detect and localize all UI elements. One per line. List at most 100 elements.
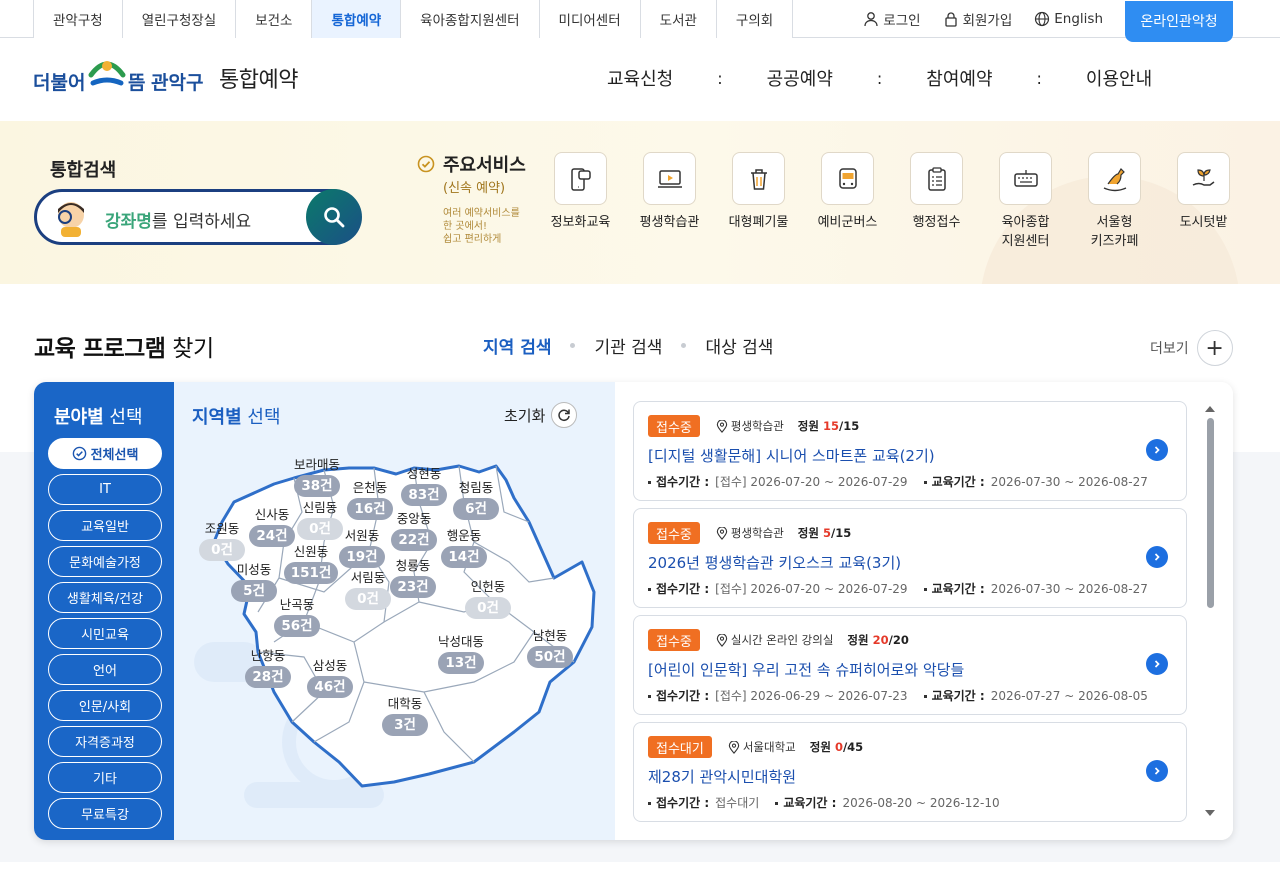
program-title-link[interactable]: [어린이 인문학] 우리 고전 속 슈퍼히어로와 악당들: [648, 659, 964, 680]
dong-name: 조원동: [204, 521, 240, 536]
more-label: 더보기: [1150, 341, 1189, 357]
scroll-down-arrow-icon[interactable]: [1205, 810, 1215, 816]
service-bulky-waste[interactable]: 대형폐기물: [714, 152, 803, 251]
service-name: 육아종합 지원센터: [1001, 215, 1050, 249]
logo[interactable]: 더불어 뜸 관악구 통합예약: [33, 53, 298, 103]
field-certificate-button[interactable]: 자격증과정: [48, 726, 162, 757]
site-tab-gwanak[interactable]: 관악구청: [34, 0, 123, 38]
nav-separator: :: [717, 68, 723, 88]
gwanak-logo-mark: 더불어 뜸 관악구: [33, 53, 205, 103]
dong-inheon[interactable]: 인헌동 0건: [448, 579, 528, 619]
dong-name: 삼성동: [312, 658, 348, 673]
list-scrollbar[interactable]: [1204, 404, 1215, 818]
online-gwanak-button[interactable]: 온라인관악청: [1125, 0, 1233, 42]
dong-daehak[interactable]: 대학동 3건: [365, 696, 445, 736]
dong-count: 0건: [199, 539, 245, 561]
service-childcare-center[interactable]: 육아종합 지원센터: [981, 152, 1070, 251]
field-sports-button[interactable]: 생활체육/건강: [48, 582, 162, 613]
dong-name: 서원동: [344, 528, 380, 543]
field-panel: 분야별 선택 전체선택 IT 교육일반 문화예술가정 생활체육/건강 시민교육 …: [34, 382, 174, 840]
field-all-button[interactable]: 전체선택: [48, 438, 162, 469]
dong-miseong[interactable]: 미성동 5건: [214, 562, 294, 602]
field-general-button[interactable]: 교육일반: [48, 510, 162, 541]
program-title-rest: 찾기: [165, 336, 214, 362]
field-it-button[interactable]: IT: [48, 474, 162, 505]
apply-period-label: 접수기간 :: [648, 687, 709, 704]
chevron-right-icon[interactable]: [1146, 546, 1168, 568]
tab-target-search[interactable]: 대상 검색: [705, 333, 773, 358]
signup-link[interactable]: 회원가입: [943, 9, 1012, 29]
service-admin-intake[interactable]: 행정접수: [892, 152, 981, 251]
program-card[interactable]: 접수대기 서울대학교 정원 0/45 제28기 관악시민대학원 접수기간 : 접수…: [633, 722, 1187, 822]
nav-guide[interactable]: 이용안내: [1086, 65, 1152, 91]
chevron-right-icon[interactable]: [1146, 439, 1168, 461]
search-button[interactable]: [306, 189, 362, 245]
dong-count: 0건: [465, 597, 511, 619]
service-name: 평생학습관: [639, 215, 700, 230]
site-tab-reservation[interactable]: 통합예약: [312, 0, 402, 38]
site-header: 더불어 뜸 관악구 통합예약 교육신청 : 공공예약 : 참여예약 : 이용안내: [0, 39, 1280, 121]
dong-cheongnyong[interactable]: 청룡동 23건: [373, 558, 453, 598]
scroll-up-arrow-icon[interactable]: [1205, 406, 1215, 412]
field-humanities-button[interactable]: 인문/사회: [48, 690, 162, 721]
capacity-current: 15: [822, 419, 839, 433]
english-link[interactable]: English: [1034, 11, 1103, 27]
site-tab-council[interactable]: 구의회: [716, 0, 794, 38]
site-tab-mayor[interactable]: 열린구청장실: [122, 0, 237, 38]
field-free-lecture-button[interactable]: 무료특강: [48, 798, 162, 829]
tab-region-search[interactable]: 지역 검색: [483, 333, 551, 358]
location-pin-icon: [716, 633, 728, 647]
capacity-current: 20: [872, 633, 889, 647]
field-language-button[interactable]: 언어: [48, 654, 162, 685]
edu-period-label: 교육기간 :: [924, 580, 985, 597]
program-title-link[interactable]: 제28기 관악시민대학원: [648, 766, 796, 787]
site-tab-childcare[interactable]: 육아종합지원센터: [401, 0, 540, 38]
dong-samseong[interactable]: 삼성동 46건: [290, 658, 370, 698]
service-info-education[interactable]: 정보화교육: [536, 152, 625, 251]
nav-education[interactable]: 교육신청: [607, 65, 673, 91]
service-urban-garden[interactable]: 도시텃밭: [1159, 152, 1248, 251]
gwanak-district-map[interactable]: [174, 382, 615, 840]
nav-participation[interactable]: 참여예약: [926, 65, 992, 91]
service-reserve-bus[interactable]: 예비군버스: [803, 152, 892, 251]
capacity-label: 정원: [847, 633, 869, 647]
program-title-link[interactable]: 2026년 평생학습관 키오스크 교육(3기): [648, 552, 901, 573]
tab-institution-search[interactable]: 기관 검색: [594, 333, 662, 358]
site-tab-media[interactable]: 미디어센터: [539, 0, 641, 38]
location-pin-icon: [716, 526, 728, 540]
site-tab-health[interactable]: 보건소: [236, 0, 313, 38]
site-tab-library[interactable]: 도서관: [640, 0, 717, 38]
laptop-play-icon: [657, 169, 682, 188]
field-etc-button[interactable]: 기타: [48, 762, 162, 793]
program-card[interactable]: 접수중 평생학습관 정원 5/15 2026년 평생학습관 키오스크 교육(3기…: [633, 508, 1187, 608]
services-desc-line: 쉽고 편리하게: [443, 234, 502, 245]
page-title: 통합예약: [219, 68, 298, 93]
dong-nangok[interactable]: 난곡동 56건: [257, 597, 337, 637]
services-desc-line: 여러 예약서비스를: [443, 208, 520, 219]
check-circle-icon: [72, 446, 86, 461]
more-link[interactable]: 더보기 +: [1150, 330, 1233, 366]
login-link[interactable]: 로그인: [863, 9, 921, 29]
program-title-link[interactable]: [디지털 생활문해] 시니어 스마트폰 교육(2기): [648, 445, 935, 466]
utility-links: 로그인 회원가입 English 온라인관악청: [863, 0, 1233, 42]
service-icon-box: [999, 152, 1052, 205]
card-header: 접수중 실시간 온라인 강의실 정원 20/20: [648, 629, 909, 651]
program-card[interactable]: 접수중 평생학습관 정원 15/15 [디지털 생활문해] 시니어 스마트폰 교…: [633, 401, 1187, 501]
dong-jowon[interactable]: 조원동 0건: [182, 521, 262, 561]
service-lifelong-learning[interactable]: 평생학습관: [625, 152, 714, 251]
dong-namhyeon[interactable]: 남현동 50건: [510, 628, 590, 668]
chevron-right-icon[interactable]: [1146, 653, 1168, 675]
service-kids-cafe[interactable]: 서울형 키즈카페: [1070, 152, 1159, 251]
dong-nakseongdae[interactable]: 낙성대동 13건: [421, 634, 501, 674]
scrollbar-thumb[interactable]: [1207, 418, 1214, 608]
plus-icon[interactable]: +: [1196, 330, 1233, 366]
field-culture-button[interactable]: 문화예술가정: [48, 546, 162, 577]
chevron-right-icon[interactable]: [1146, 760, 1168, 782]
field-citizen-button[interactable]: 시민교육: [48, 618, 162, 649]
nav-public-reservation[interactable]: 공공예약: [767, 65, 833, 91]
card-meta: 접수기간 : 접수대기 교육기간 : 2026-08-20 ~ 2026-12-10: [648, 794, 1016, 811]
edu-period-value: 2026-07-30 ~ 2026-08-27: [990, 581, 1148, 596]
status-badge: 접수중: [648, 629, 700, 651]
search-keyword: 강좌명: [105, 212, 152, 232]
program-card[interactable]: 접수중 실시간 온라인 강의실 정원 20/20 [어린이 인문학] 우리 고전…: [633, 615, 1187, 715]
